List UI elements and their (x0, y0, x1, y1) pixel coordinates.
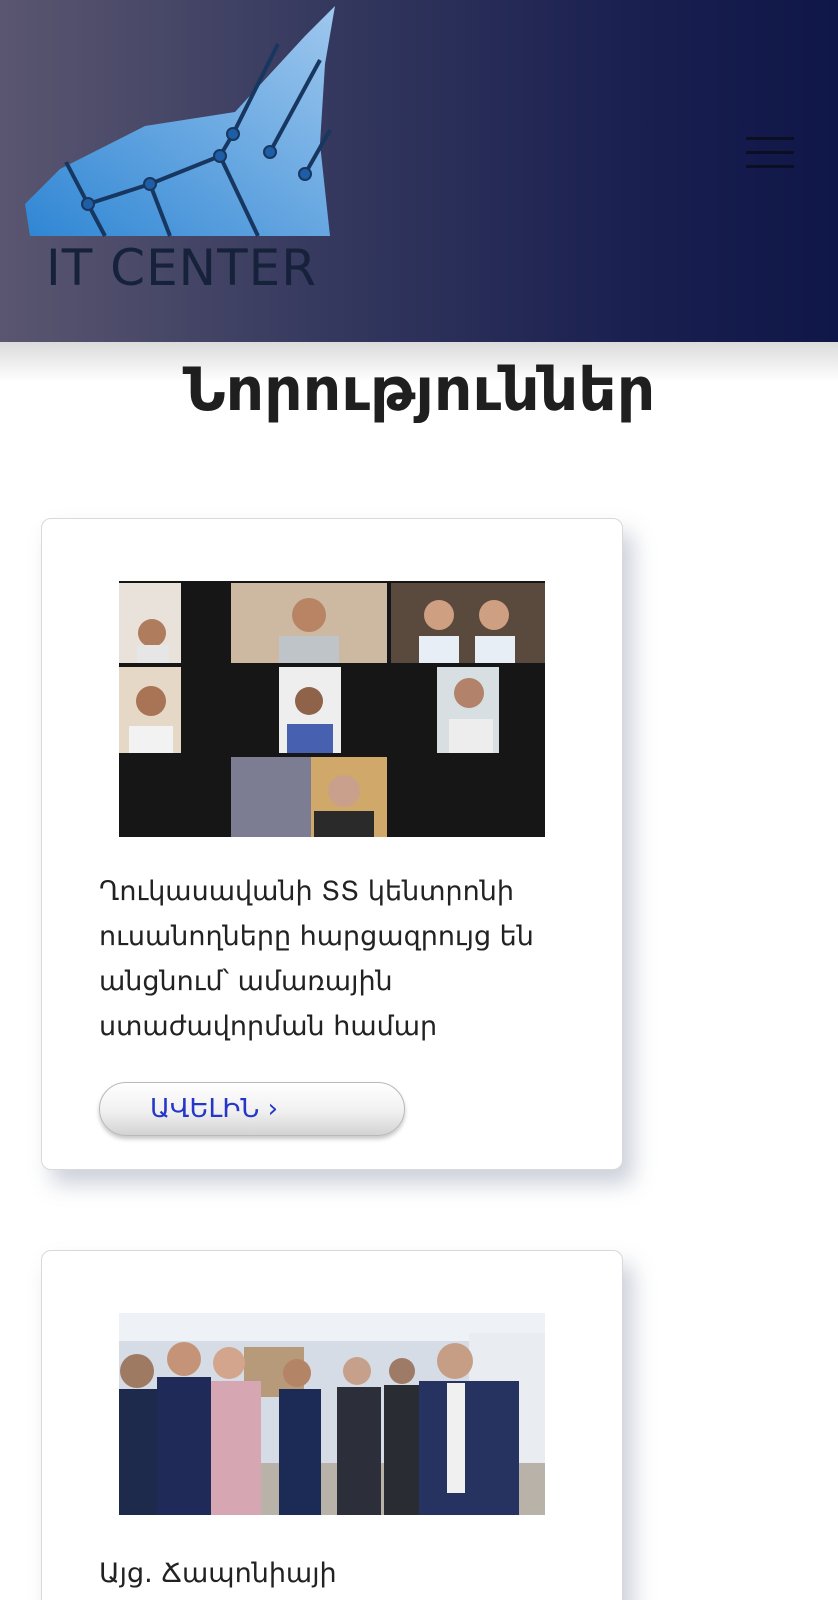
group-toast-photo (119, 1313, 545, 1515)
news-image[interactable] (119, 581, 545, 837)
hamburger-menu-icon (746, 164, 794, 168)
menu-button[interactable] (722, 108, 818, 196)
more-button[interactable]: ԱՎԵԼԻՆ › (99, 1082, 405, 1136)
hamburger-menu-icon (746, 136, 794, 140)
video-conference-grid-photo (119, 581, 545, 837)
news-image[interactable] (119, 1313, 545, 1515)
hamburger-menu-icon (746, 150, 794, 154)
news-title[interactable]: Այց. Ճապոնիայի (99, 1551, 569, 1596)
news-card: Այց. Ճապոնիայի (41, 1250, 623, 1600)
site-header: IT CENTER (0, 0, 838, 342)
logo-text[interactable]: IT CENTER (46, 238, 317, 298)
header-shadow (0, 342, 838, 382)
news-title[interactable]: Ղուկասավանի ՏՏ կենտրոնի ուսանողները հարց… (99, 869, 569, 1049)
news-card: Ղուկասավանի ՏՏ կենտրոնի ուսանողները հարց… (41, 518, 623, 1170)
